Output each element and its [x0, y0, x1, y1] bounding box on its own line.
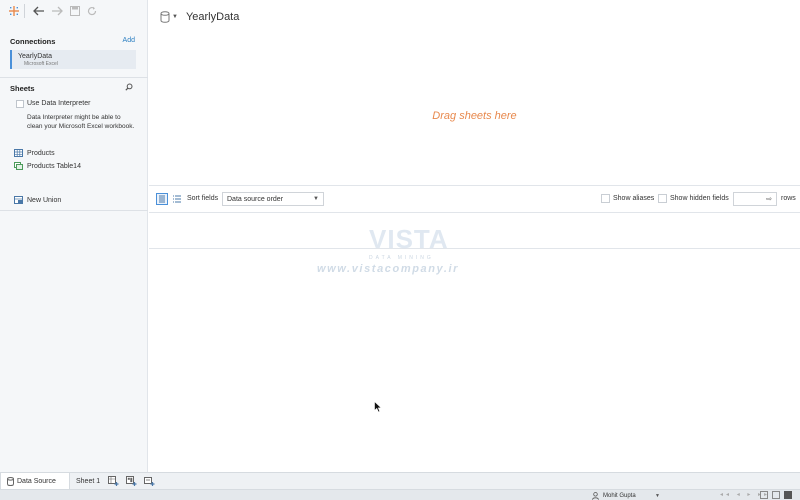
sort-fields-select[interactable]: Data source order ▼: [222, 192, 324, 206]
save-icon[interactable]: [68, 4, 82, 18]
list-view-button[interactable]: [171, 193, 183, 205]
user-menu[interactable]: Mohit Gupta ▼: [592, 491, 660, 500]
database-icon: [7, 477, 14, 486]
refresh-icon[interactable]: [85, 4, 99, 18]
new-story-icon[interactable]: [144, 476, 155, 487]
tab-data-source[interactable]: Data Source: [0, 473, 70, 490]
show-tabs-icon[interactable]: [784, 491, 792, 499]
grid-toolbar: Sort fields Data source order ▼ Show ali…: [149, 185, 800, 213]
watermark: VISTA DATA MINING www.vistacompany.ir: [317, 222, 479, 278]
tab-sheet-1-label: Sheet 1: [76, 478, 101, 485]
tableau-logo-icon[interactable]: [7, 4, 21, 18]
datasource-header[interactable]: ▼ YearlyData: [160, 10, 239, 24]
chevron-down-icon[interactable]: ▼: [172, 14, 178, 20]
connections-title: Connections: [10, 37, 56, 46]
sheet-label: Products: [27, 149, 55, 157]
mouse-cursor-icon: [374, 401, 382, 413]
forward-icon[interactable]: [50, 4, 64, 18]
show-aliases-label: Show aliases: [613, 195, 655, 202]
sheets-title: Sheets: [10, 84, 35, 93]
toolbar-separator: [24, 4, 25, 18]
toolbar: [0, 0, 148, 24]
show-hidden-fields-label: Show hidden fields: [670, 195, 729, 202]
chevron-down-icon: ▼: [655, 492, 660, 499]
new-worksheet-icon[interactable]: [108, 476, 119, 487]
tableau-app: Connections Add YearlyData Microsoft Exc…: [0, 0, 800, 500]
new-union-item[interactable]: New Union: [14, 195, 61, 205]
new-dashboard-icon[interactable]: [126, 476, 137, 487]
data-interpreter-hint: Data Interpreter might be able to clean …: [27, 114, 135, 130]
user-name: Mohit Gupta: [603, 492, 636, 499]
watermark-url: www.vistacompany.ir: [317, 263, 460, 275]
chevron-down-icon: ▼: [313, 196, 319, 202]
new-union-label: New Union: [27, 196, 62, 204]
database-icon: [160, 11, 170, 23]
named-range-icon: [14, 162, 23, 170]
connection-type: Microsoft Excel: [24, 61, 58, 67]
view-mode-icons: [760, 491, 792, 499]
user-icon: [592, 491, 599, 500]
datasource-title[interactable]: YearlyData: [186, 11, 239, 23]
add-connection-link[interactable]: Add: [123, 37, 135, 44]
rows-input[interactable]: ⇨: [733, 192, 777, 206]
connection-name: YearlyData: [18, 53, 52, 60]
show-hidden-fields-checkbox[interactable]: [658, 194, 667, 203]
show-sheet-sorter-icon[interactable]: [760, 491, 768, 499]
status-bar: Mohit Gupta ▼ ◂◂ ◂ ▸ ▸▸: [0, 489, 800, 500]
sidebar-divider: [0, 210, 148, 211]
watermark-subtitle: DATA MINING: [369, 255, 434, 261]
connection-item-yearlydata[interactable]: YearlyData Microsoft Excel: [10, 50, 136, 69]
back-icon[interactable]: [32, 4, 46, 18]
arrow-right-icon[interactable]: ⇨: [766, 195, 772, 203]
sheet-tabs-bar: Data Source Sheet 1: [0, 472, 800, 490]
tab-data-source-label: Data Source: [17, 478, 56, 485]
sheet-icon: [14, 149, 23, 157]
search-icon[interactable]: [125, 83, 133, 93]
use-data-interpreter-checkbox[interactable]: [16, 100, 24, 108]
show-aliases-checkbox[interactable]: [601, 194, 610, 203]
sheet-item-products-table14[interactable]: Products Table14: [14, 161, 81, 171]
sidebar-divider: [0, 77, 148, 78]
show-filmstrip-icon[interactable]: [772, 491, 780, 499]
data-sidebar: Connections Add YearlyData Microsoft Exc…: [0, 0, 148, 472]
drag-sheets-hint: Drag sheets here: [432, 110, 517, 122]
rows-label: rows: [781, 195, 796, 202]
sort-fields-value: Data source order: [227, 196, 284, 203]
sheet-label: Products Table14: [27, 162, 81, 170]
watermark-logo: VISTA: [369, 224, 449, 254]
union-icon: [14, 196, 23, 204]
sheet-item-products[interactable]: Products: [14, 148, 55, 158]
use-data-interpreter-label: Use Data Interpreter: [27, 100, 91, 107]
grid-view-button[interactable]: [156, 193, 168, 205]
sort-fields-label: Sort fields: [187, 195, 219, 202]
tab-sheet-1[interactable]: Sheet 1: [72, 473, 104, 490]
